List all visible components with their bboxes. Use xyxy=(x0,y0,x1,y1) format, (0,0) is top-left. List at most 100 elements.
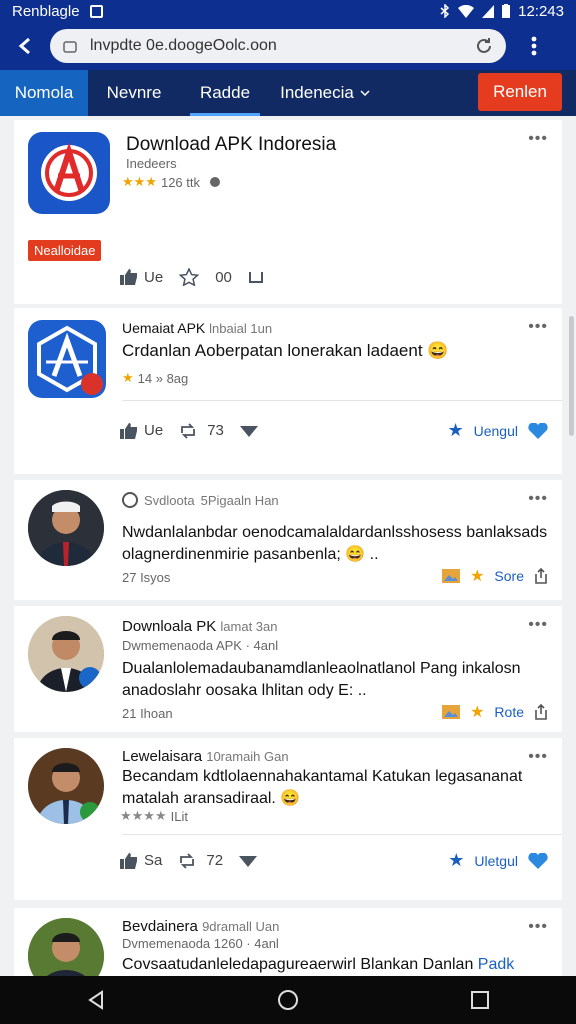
follow-button[interactable]: Uengul xyxy=(474,423,518,439)
heart-icon[interactable] xyxy=(528,852,548,869)
post-card[interactable]: Lewelaisara 10ramaih Gan ••• Becandam kd… xyxy=(14,738,562,900)
post-text: Becandam kdtlolaennahakantamal Katukan l… xyxy=(122,768,523,807)
system-nav-bar xyxy=(0,976,576,1024)
post-meta: 10ramaih Gan xyxy=(206,749,289,764)
lock-icon xyxy=(63,41,77,53)
post-rating: ★★★★ ILit xyxy=(120,808,188,824)
avatar[interactable] xyxy=(28,490,104,566)
author-name[interactable]: Lewelaisara xyxy=(122,748,202,765)
app-title[interactable]: Download APK Indoresia xyxy=(126,134,336,156)
follow-group: ★ Uletgul xyxy=(448,850,548,871)
post-rating: ★ 14 » 8ag xyxy=(122,370,188,386)
author-name[interactable]: Bevdainera xyxy=(122,918,198,935)
post-subtitle: Dwmemenaoda APK · 4anl xyxy=(122,638,279,653)
tab-3-active[interactable]: Radde xyxy=(180,70,270,116)
share-button[interactable]: 72 xyxy=(178,852,223,869)
nav-recents-icon[interactable] xyxy=(470,990,490,1010)
like-button[interactable]: Ue xyxy=(120,269,163,286)
download-icon[interactable] xyxy=(248,270,264,284)
back-arrow-icon xyxy=(18,37,30,55)
post-meta: lnbaial 1un xyxy=(209,321,273,336)
back-button[interactable] xyxy=(0,22,50,70)
more-vert-icon xyxy=(531,36,537,56)
like-button[interactable]: Sa xyxy=(120,852,162,869)
post-card[interactable]: Downloala PK lamat 3an Dwmemenaoda APK ·… xyxy=(14,606,562,732)
like-button[interactable]: Ue xyxy=(120,422,163,439)
reload-icon[interactable] xyxy=(474,36,494,56)
card-actions: Ue 00 xyxy=(120,268,264,286)
app-logo-icon xyxy=(28,132,110,214)
post-text: Crdanlan Aoberpatan lonerakan ladaent 😄 xyxy=(122,341,449,360)
repost-icon xyxy=(181,422,196,439)
share-count: 73 xyxy=(207,422,224,439)
star-icon[interactable]: ★ xyxy=(470,702,484,722)
url-text[interactable]: lnvpdte 0e.doogeOolc.oon xyxy=(90,37,474,55)
share-button[interactable]: 73 xyxy=(179,422,224,439)
nav-home-icon[interactable] xyxy=(277,989,299,1011)
header-action-button[interactable]: Renlen xyxy=(478,73,562,111)
card-menu-button[interactable]: ••• xyxy=(528,616,548,634)
star-icon[interactable]: ★ xyxy=(470,566,484,586)
card-menu-button[interactable]: ••• xyxy=(528,748,548,766)
post-text: Covsaatudanleledapagureaerwirl Blankan D… xyxy=(122,956,474,973)
tab-4-dropdown[interactable]: Indenecia xyxy=(270,70,380,116)
send-icon[interactable] xyxy=(239,854,258,868)
save-button[interactable]: Rote xyxy=(494,704,524,720)
author-name[interactable]: Uemaiat APK xyxy=(122,320,205,336)
star-icon: ★ xyxy=(122,370,134,385)
feed: Download APK Indoresia Inedeers ★★★ 126 … xyxy=(0,116,576,976)
browser-menu-button[interactable] xyxy=(506,36,562,56)
author-name[interactable]: Downloala PK xyxy=(122,618,216,635)
tab-1[interactable]: Nomola xyxy=(0,70,88,116)
post-author: Downloala PK lamat 3an xyxy=(122,618,277,635)
share-icon[interactable] xyxy=(534,568,548,584)
post-meta: 9dramall Uan xyxy=(202,919,280,934)
chevron-down-icon xyxy=(360,90,370,96)
category-tabs: Nomola Nevnre Radde Indenecia Renlen xyxy=(0,70,576,116)
follow-button[interactable]: Uletgul xyxy=(474,853,518,869)
nav-back-icon[interactable] xyxy=(86,990,106,1010)
signal-icon xyxy=(482,4,495,18)
avatar[interactable] xyxy=(28,616,104,692)
card-menu-button[interactable]: ••• xyxy=(528,130,548,148)
post-card[interactable]: Bevdainera 9dramall Uan Dvmemenaoda 1260… xyxy=(14,908,562,976)
featured-app-card[interactable]: Download APK Indoresia Inedeers ★★★ 126 … xyxy=(14,120,562,304)
save-button[interactable]: Sore xyxy=(494,568,524,584)
image-icon[interactable] xyxy=(442,569,461,583)
send-icon[interactable] xyxy=(239,424,258,438)
rating-count: 14 » 8ag xyxy=(137,370,189,386)
app-rating: ★★★ 126 ttk xyxy=(122,174,220,190)
post-link[interactable]: Padk xyxy=(478,956,514,973)
tab-4-label: Indenecia xyxy=(280,83,354,102)
image-icon[interactable] xyxy=(442,705,461,719)
scrollbar[interactable] xyxy=(569,316,574,436)
rating-stars-icon: ★★★ xyxy=(122,174,157,189)
address-bar[interactable]: lnvpdte 0e.doogeOolc.oon xyxy=(50,29,506,63)
share-icon[interactable] xyxy=(534,704,548,720)
status-bar: Renblagle 12:243 xyxy=(0,0,576,22)
post-text-row: Covsaatudanleledapagureaerwirl Blankan D… xyxy=(122,954,552,976)
heart-icon[interactable] xyxy=(528,422,548,439)
like-label: Sa xyxy=(144,852,163,869)
post-author: Svdloota 5Pigaaln Han xyxy=(122,492,279,508)
card-menu-button[interactable]: ••• xyxy=(528,918,548,936)
star-outline-icon[interactable] xyxy=(179,268,200,286)
avatar[interactable] xyxy=(28,918,104,976)
author-name[interactable]: Svdloota xyxy=(144,493,195,508)
tab-2[interactable]: Nevnre xyxy=(88,70,180,116)
notification-icon xyxy=(89,4,103,18)
screen: Renblagle 12:243 lnvpdte 0e.doogeOolc.oo… xyxy=(0,0,576,1024)
post-text: Nwdanlalanbdar oenodcamalaldardanlsshose… xyxy=(122,524,548,563)
rating-stars-icon: ★★★★ xyxy=(120,808,167,823)
thumb-up-icon xyxy=(120,852,137,869)
card-menu-button[interactable]: ••• xyxy=(528,490,548,508)
star-icon[interactable]: ★ xyxy=(448,850,464,871)
card-menu-button[interactable]: ••• xyxy=(528,318,548,336)
card-actions: Sa 72 xyxy=(120,852,258,869)
avatar[interactable] xyxy=(28,748,104,824)
app-logo-icon xyxy=(28,320,106,398)
post-card[interactable]: Uemaiat APK lnbaial 1un ••• Crdanlan Aob… xyxy=(14,308,562,474)
star-icon[interactable]: ★ xyxy=(447,420,463,441)
post-card[interactable]: Svdloota 5Pigaaln Han ••• Nwdanlalanbdar… xyxy=(14,480,562,600)
verified-icon xyxy=(122,492,138,508)
